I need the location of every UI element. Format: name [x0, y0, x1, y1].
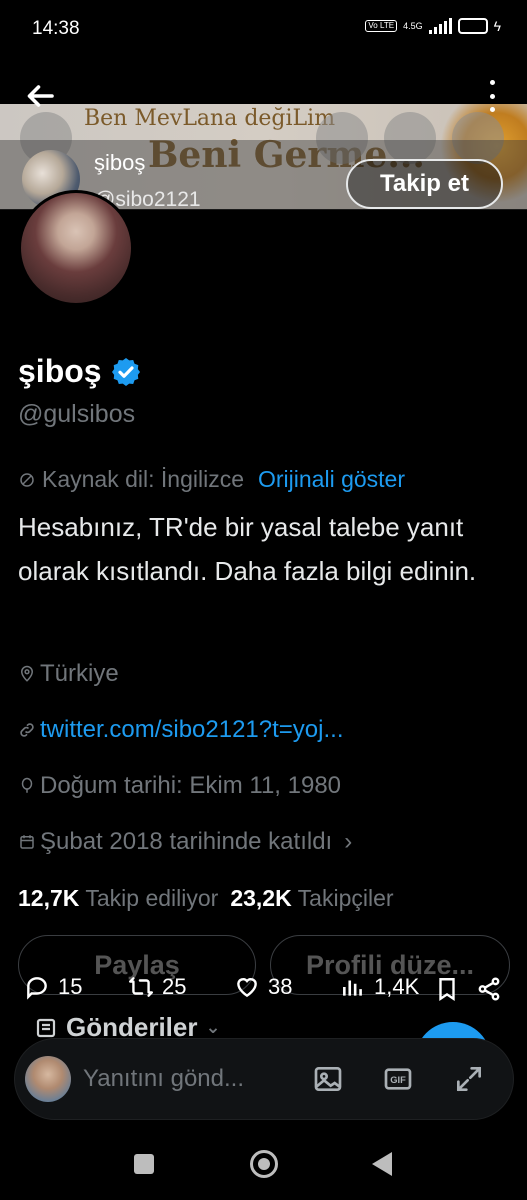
reply-count: 15 — [58, 974, 83, 999]
location-text: Türkiye — [40, 660, 119, 687]
views-icon — [343, 980, 362, 996]
show-original-link[interactable]: Orijinali göster — [258, 466, 405, 493]
followers-link[interactable]: 23,2K Takipçiler — [230, 885, 393, 912]
birthday-row: Doğum tarihi: Ekim 11, 1980 — [18, 772, 341, 800]
home-button[interactable] — [250, 1150, 278, 1178]
followers-label: Takipçiler — [297, 885, 394, 911]
chevron-right-icon: › — [344, 828, 353, 855]
reply-composer[interactable]: Yanıtını gönd... GIF — [14, 1038, 514, 1120]
image-icon[interactable] — [312, 1063, 344, 1095]
birthday-text: Doğum tarihi: Ekim 11, 1980 — [40, 772, 342, 799]
reply-action[interactable]: 15 — [24, 974, 82, 1000]
recents-button[interactable] — [134, 1154, 154, 1174]
source-language: Kaynak dil: İngilizce — [42, 466, 244, 492]
like-count: 38 — [268, 974, 293, 999]
svg-text:GIF: GIF — [390, 1075, 406, 1085]
verified-badge-icon[interactable] — [110, 356, 142, 388]
profile-handle: @gulsibos — [18, 400, 136, 428]
system-navigation-bar — [0, 1134, 527, 1200]
volte-indicator: Vo LTE — [365, 20, 398, 32]
joined-row[interactable]: Şubat 2018 tarihinde katıldı › — [18, 828, 352, 856]
status-time: 14:38 — [32, 18, 80, 39]
charging-icon: ϟ — [493, 18, 501, 34]
profile-avatar[interactable] — [18, 190, 134, 306]
balloon-icon — [21, 777, 33, 793]
followers-count: 23,2K — [230, 885, 292, 911]
top-navigation — [0, 60, 527, 132]
translate-icon — [20, 472, 34, 487]
link-icon — [20, 723, 34, 737]
joined-text: Şubat 2018 tarihinde katıldı — [40, 828, 333, 855]
back-arrow-icon[interactable] — [22, 78, 58, 114]
system-back-button[interactable] — [372, 1152, 392, 1176]
share-icon[interactable] — [476, 976, 502, 1002]
profile-name-row: şiboş — [18, 353, 142, 390]
display-name: şiboş — [18, 353, 102, 389]
engagement-bar: 15 25 38 1,4K — [0, 970, 527, 1006]
following-count: 12,7K — [18, 885, 80, 911]
battery-icon: 88 — [457, 18, 488, 34]
status-bar: 14:38 Vo LTE 4.5G 88 ϟ — [0, 0, 527, 60]
reply-icon — [27, 977, 47, 1000]
following-link[interactable]: 12,7K Takip ediliyor — [18, 885, 218, 912]
follow-button[interactable]: Takip et — [346, 159, 503, 209]
sticky-display-name: şiboş — [94, 150, 146, 175]
location-pin-icon — [20, 665, 34, 682]
views-count: 1,4K — [374, 974, 420, 999]
heart-icon — [237, 978, 257, 998]
battery-level: 88 — [474, 20, 486, 32]
profile-bio: Hesabınız, TR'de bir yasal talebe yanıt … — [18, 512, 477, 586]
signal-icon — [428, 18, 452, 34]
reply-avatar — [25, 1056, 71, 1102]
reply-input[interactable]: Yanıtını gönd... — [83, 1065, 244, 1093]
more-options-icon[interactable] — [487, 80, 497, 112]
follow-counts: 12,7K Takip ediliyor 23,2K Takipçiler — [18, 885, 394, 912]
calendar-icon — [20, 835, 34, 849]
retweet-icon — [128, 977, 154, 997]
like-action[interactable]: 38 — [234, 974, 292, 1000]
bookmark-icon[interactable] — [434, 976, 460, 1002]
posts-tab-icon — [36, 1018, 56, 1037]
following-label: Takip ediliyor — [85, 885, 219, 911]
network-type: 4.5G — [403, 20, 423, 31]
retweet-action[interactable]: 25 — [128, 974, 186, 1000]
views-action[interactable]: 1,4K — [340, 974, 419, 1000]
status-icons: Vo LTE 4.5G 88 ϟ — [365, 18, 501, 34]
chevron-down-icon: ⌄ — [205, 1017, 221, 1037]
location-row: Türkiye — [18, 660, 119, 688]
gif-icon[interactable]: GIF — [382, 1063, 414, 1095]
translation-row: Kaynak dil: İngilizce Orijinali göster — [18, 466, 405, 493]
expand-icon[interactable] — [453, 1063, 485, 1095]
retweet-count: 25 — [162, 974, 187, 999]
website-link[interactable]: twitter.com/sibo2121?t=yoj... — [40, 716, 344, 744]
website-row: twitter.com/sibo2121?t=yoj... — [18, 716, 344, 744]
